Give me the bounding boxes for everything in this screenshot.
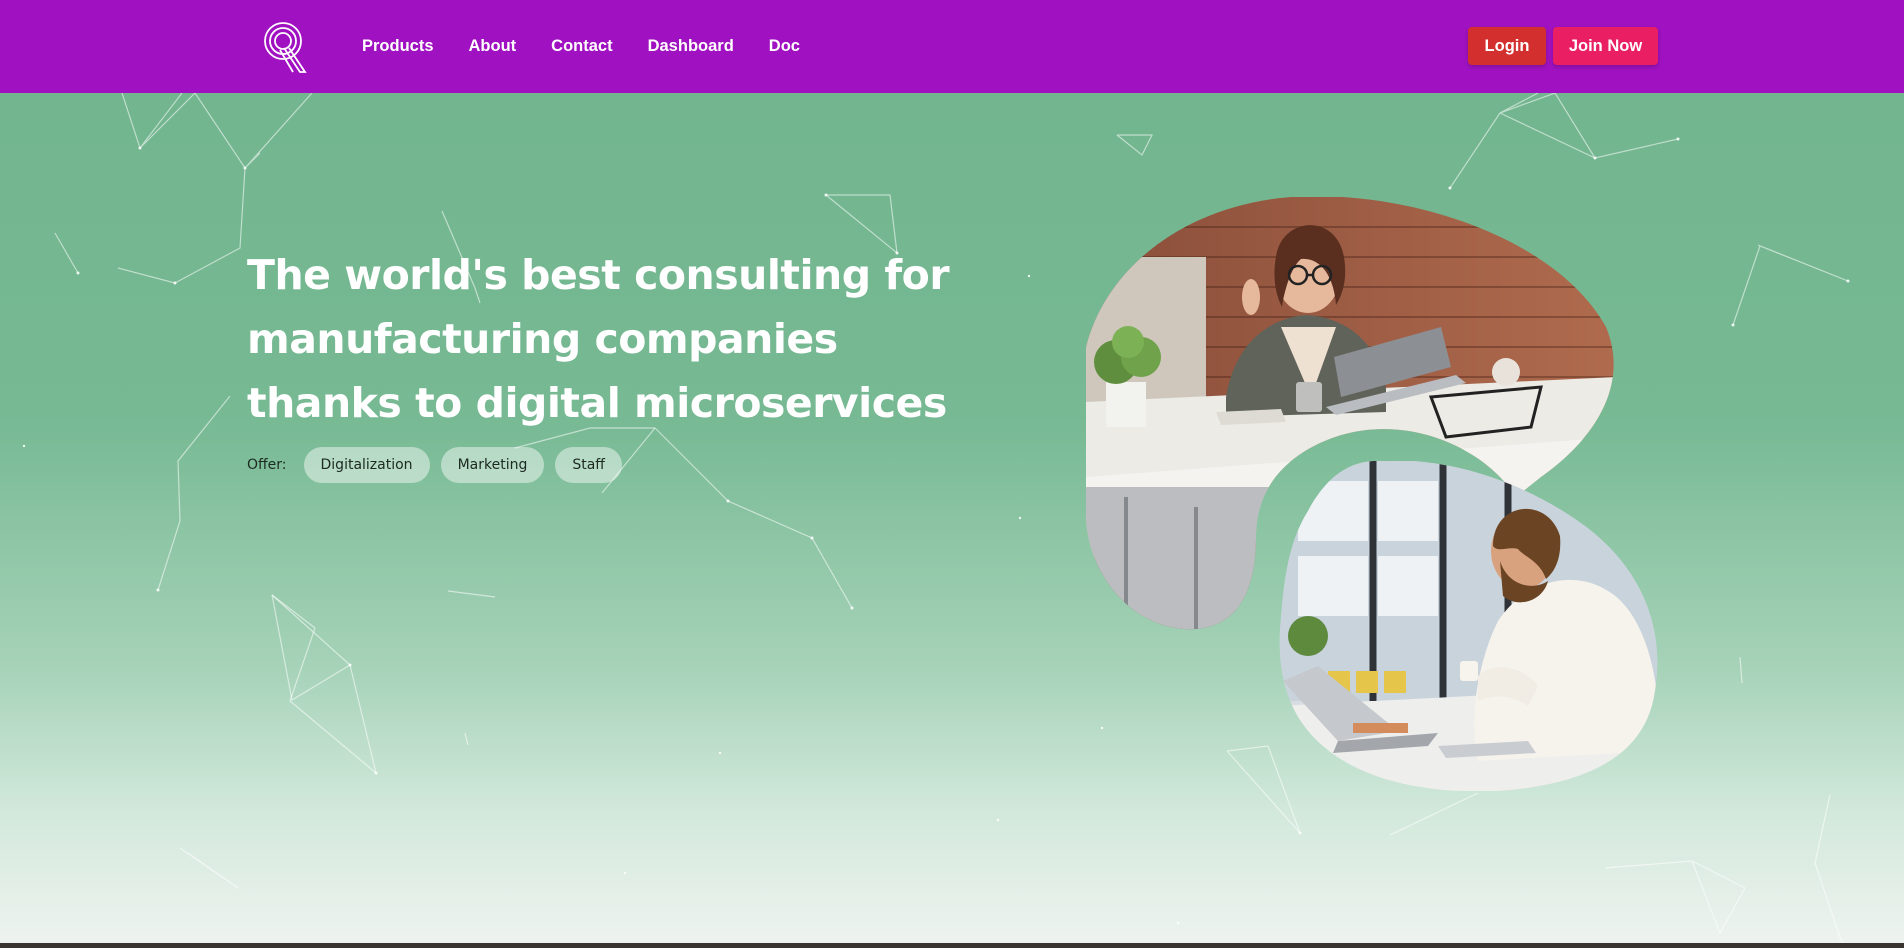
headline-line-3: thanks to digital microservices <box>247 379 947 427</box>
nav-link-products[interactable]: Products <box>362 37 434 56</box>
offer-row: Offer: Digitalization Marketing Staff <box>247 447 633 483</box>
offer-label: Offer: <box>247 457 287 473</box>
login-button[interactable]: Login <box>1468 27 1546 65</box>
main-nav: Products About Contact Dashboard Doc <box>362 0 835 93</box>
nav-link-dashboard[interactable]: Dashboard <box>648 37 734 56</box>
hero-section: The world's best consulting for manufact… <box>0 93 1904 943</box>
headline-line-2: manufacturing companies <box>247 315 838 363</box>
chip-marketing[interactable]: Marketing <box>440 447 545 483</box>
top-navbar: Products About Contact Dashboard Doc Log… <box>0 0 1904 93</box>
join-now-button[interactable]: Join Now <box>1553 27 1658 65</box>
nav-link-doc[interactable]: Doc <box>769 37 800 56</box>
chip-staff[interactable]: Staff <box>555 447 622 483</box>
hero-image-man <box>1279 461 1658 791</box>
nav-link-contact[interactable]: Contact <box>551 37 612 56</box>
bottom-edge-bar <box>0 943 1904 948</box>
headline-line-1: The world's best consulting for <box>247 251 950 299</box>
hero-headline: The world's best consulting for manufact… <box>247 243 967 435</box>
chip-digitalization[interactable]: Digitalization <box>303 447 430 483</box>
nav-link-about[interactable]: About <box>469 37 517 56</box>
logo-icon[interactable] <box>262 20 308 74</box>
